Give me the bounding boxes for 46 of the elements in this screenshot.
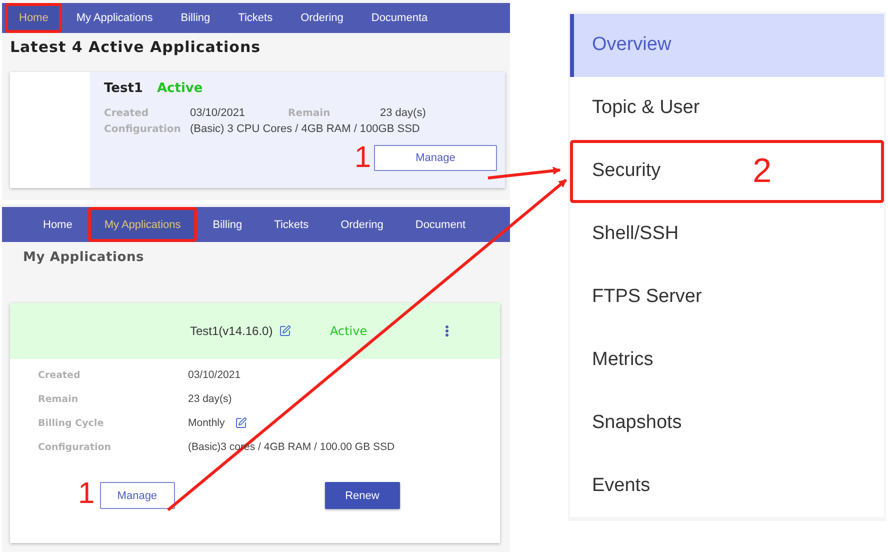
edit-icon[interactable] [278,325,291,337]
detail-value: Monthly [188,417,225,429]
nav-tab[interactable]: Ordering [286,3,358,33]
nav-tab[interactable]: Documenta [357,3,442,33]
edit-icon[interactable] [234,417,247,429]
menu-item[interactable]: Overview [570,14,884,77]
nav-tab[interactable]: Tickets [258,207,325,242]
app-status: Active [330,324,368,338]
detail-value: 23 day(s) [380,107,427,119]
menu-item[interactable]: FTPS Server [570,266,884,328]
nav-tab[interactable]: Home [5,3,62,33]
detail-value: 03/10/2021 [190,107,246,119]
page-heading: My Applications [22,249,146,265]
detail-label: Configuration [104,124,182,134]
detail-value: (Basic) 3 CPU Cores / 4GB RAM / 100GB SSD [190,123,421,135]
detail-value: 03/10/2021 [188,369,241,381]
detail-label: Configuration [38,442,112,452]
nav-tab[interactable]: Home [27,207,88,242]
nav-tab[interactable]: Ordering [324,207,400,242]
menu-item[interactable]: Snapshots [570,391,884,454]
nav-tab[interactable]: Billing [166,3,224,33]
menu-item[interactable]: Events [570,454,884,517]
step-number: 1 [354,143,371,173]
detail-label: Remain [38,394,80,404]
app-name: Test1 [104,81,143,96]
app-status: Active [156,81,203,96]
detail-label: Created [104,108,150,118]
manage-button[interactable]: Manage [374,145,497,171]
nav-tab[interactable]: My Applications [88,207,197,242]
nav-tab[interactable]: My Applications [62,3,167,33]
renew-button[interactable]: Renew [324,482,400,509]
detail-label: Billing Cycle [38,418,105,428]
step-number: 1 [78,479,95,509]
menu-item[interactable]: Security 2 [570,140,884,203]
menu-item[interactable]: Shell/SSH [570,202,884,266]
menu-item[interactable]: Metrics [570,328,884,392]
nav-tab[interactable]: Document [399,207,482,242]
app-title: Test1(v14.16.0) [190,324,273,338]
section-heading: Latest 4 Active Applications [9,37,262,56]
nav-tab[interactable]: Billing [196,207,258,242]
menu-item[interactable]: Topic & User [570,76,884,140]
detail-value: 23 day(s) [188,393,232,405]
detail-label: Created [38,370,82,380]
nav-tab[interactable]: Tickets [224,3,287,33]
manage-button[interactable]: Manage [100,482,175,509]
detail-label: Remain [288,108,332,118]
